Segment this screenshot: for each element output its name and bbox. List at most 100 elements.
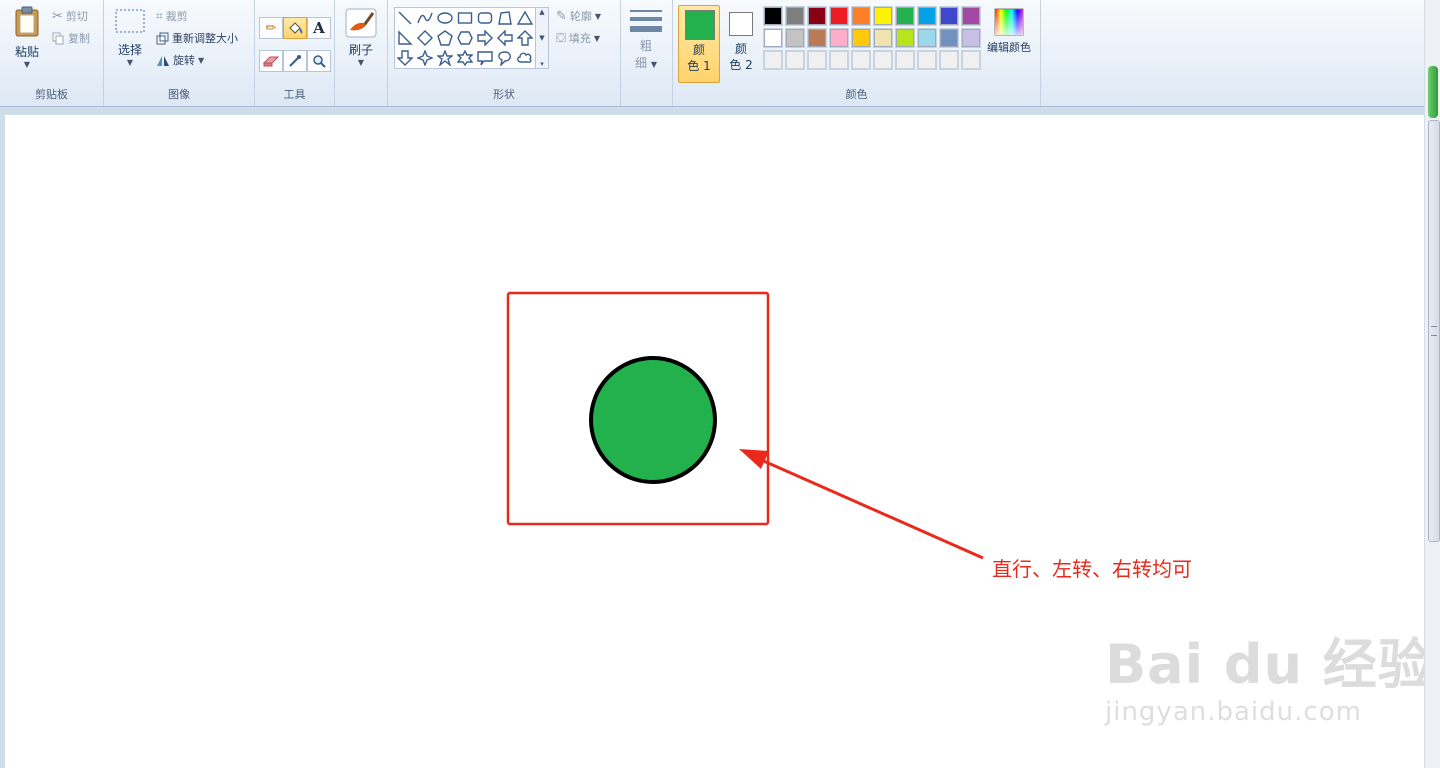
right-arrow-shape-icon[interactable] [475, 28, 495, 48]
size-button[interactable]: 粗 细 ▼ [628, 8, 664, 71]
outline-button[interactable]: ✎ 轮廓 ▼ [556, 8, 601, 24]
five-point-star-shape-icon[interactable] [435, 48, 455, 68]
color1-button[interactable]: 颜 色 1 [678, 5, 720, 83]
palette-swatch[interactable] [829, 50, 849, 70]
cloud-callout-shape-icon[interactable] [515, 48, 535, 68]
palette-swatch[interactable] [785, 28, 805, 48]
palette-swatch[interactable] [829, 6, 849, 26]
diamond-shape-icon[interactable] [415, 28, 435, 48]
palette-swatch-color [918, 29, 936, 47]
palette-swatch-color [830, 51, 848, 69]
palette-swatch[interactable] [763, 6, 783, 26]
triangle-shape-icon[interactable] [515, 8, 535, 28]
ribbon: 粘贴 ▼ ✂ 剪切 复制 剪贴板 选择 ▼ ⌗ 裁剪 重新调整大小 旋转 ▼ 图… [0, 0, 1440, 107]
fill-button[interactable]: ⛋ 填充 ▼ [556, 30, 600, 46]
eraser-tool[interactable] [259, 50, 283, 72]
palette-swatch[interactable] [851, 6, 871, 26]
rotate-button[interactable]: 旋转 ▼ [156, 52, 204, 68]
palette-swatch-color [940, 29, 958, 47]
paste-button[interactable]: 粘贴 ▼ [8, 6, 46, 69]
crop-button[interactable]: ⌗ 裁剪 [156, 8, 188, 24]
palette-swatch[interactable] [961, 50, 981, 70]
color-picker-tool[interactable] [283, 50, 307, 72]
palette-swatch-color [764, 29, 782, 47]
palette-swatch[interactable] [851, 28, 871, 48]
polygon-shape-icon[interactable] [495, 8, 515, 28]
pentagon-shape-icon[interactable] [435, 28, 455, 48]
brushes-dropdown-icon[interactable]: ▼ [343, 58, 379, 67]
palette-swatch[interactable] [785, 6, 805, 26]
paste-dropdown-icon[interactable]: ▼ [8, 60, 46, 69]
left-arrow-shape-icon[interactable] [495, 28, 515, 48]
palette-swatch-color [852, 51, 870, 69]
palette-swatch[interactable] [917, 6, 937, 26]
palette-swatch[interactable] [917, 50, 937, 70]
shapes-gallery-scrollbar[interactable]: ▲ ▼ ▾ [535, 7, 549, 69]
oval-callout-shape-icon[interactable] [495, 48, 515, 68]
palette-swatch[interactable] [895, 50, 915, 70]
rotate-dropdown-icon[interactable]: ▼ [198, 56, 204, 65]
palette-swatch[interactable] [785, 50, 805, 70]
palette-swatch[interactable] [873, 50, 893, 70]
rounded-rectangle-shape-icon[interactable] [475, 8, 495, 28]
select-button[interactable]: 选择 ▼ [112, 8, 148, 67]
select-label: 选择 [117, 43, 142, 57]
vertical-scrollbar[interactable] [1424, 0, 1440, 768]
palette-swatch[interactable] [873, 6, 893, 26]
brush-icon [345, 8, 377, 38]
edit-colors-button[interactable]: 编辑颜色 [984, 8, 1034, 55]
fill-tool[interactable] [283, 17, 307, 39]
gallery-up-icon[interactable]: ▲ [539, 8, 544, 16]
palette-swatch[interactable] [807, 6, 827, 26]
copy-button[interactable]: 复制 [52, 30, 90, 46]
palette-swatch[interactable] [961, 6, 981, 26]
palette-swatch[interactable] [961, 28, 981, 48]
image-group-label: 图像 [168, 88, 190, 101]
palette-swatch[interactable] [939, 6, 959, 26]
rect-callout-shape-icon[interactable] [475, 48, 495, 68]
color2-button[interactable]: 颜 色 2 [721, 5, 761, 81]
pencil-tool[interactable]: ✏ [259, 17, 283, 39]
palette-swatch[interactable] [807, 50, 827, 70]
drawing-canvas[interactable] [5, 115, 1424, 768]
gallery-down-icon[interactable]: ▼ [539, 34, 544, 42]
down-arrow-shape-icon[interactable] [395, 48, 415, 68]
text-tool[interactable]: A [307, 17, 331, 39]
up-arrow-shape-icon[interactable] [515, 28, 535, 48]
palette-swatch[interactable] [763, 28, 783, 48]
magnifier-tool[interactable] [307, 50, 331, 72]
selection-rectangle-icon [115, 9, 145, 33]
palette-swatch-color [896, 51, 914, 69]
gallery-expand-icon[interactable]: ▾ [540, 60, 544, 68]
palette-swatch[interactable] [763, 50, 783, 70]
palette-swatch[interactable] [895, 28, 915, 48]
four-point-star-shape-icon[interactable] [415, 48, 435, 68]
palette-swatch[interactable] [939, 50, 959, 70]
palette-swatch[interactable] [939, 28, 959, 48]
fill-dropdown-icon[interactable]: ▼ [594, 34, 600, 43]
palette-swatch[interactable] [917, 28, 937, 48]
crop-icon: ⌗ [156, 8, 163, 23]
cut-button[interactable]: ✂ 剪切 [52, 8, 88, 24]
six-point-star-shape-icon[interactable] [455, 48, 475, 68]
brushes-button[interactable]: 刷子 ▼ [343, 8, 379, 67]
rectangle-shape-icon[interactable] [455, 8, 475, 28]
palette-swatch[interactable] [873, 28, 893, 48]
resize-label: 重新调整大小 [172, 32, 238, 45]
palette-swatch[interactable] [895, 6, 915, 26]
hexagon-shape-icon[interactable] [455, 28, 475, 48]
palette-swatch[interactable] [851, 50, 871, 70]
resize-button[interactable]: 重新调整大小 [156, 30, 238, 46]
size-dropdown-icon[interactable]: ▼ [651, 60, 657, 69]
outline-dropdown-icon[interactable]: ▼ [595, 12, 601, 21]
oval-shape-icon[interactable] [435, 8, 455, 28]
right-triangle-shape-icon[interactable] [395, 28, 415, 48]
palette-swatch[interactable] [807, 28, 827, 48]
line-shape-icon[interactable] [395, 8, 415, 28]
palette-swatch-color [940, 7, 958, 25]
select-dropdown-icon[interactable]: ▼ [112, 58, 148, 67]
curve-shape-icon[interactable] [415, 8, 435, 28]
palette-swatch[interactable] [829, 28, 849, 48]
scrollbar-thumb[interactable] [1428, 120, 1440, 542]
palette-swatch-color [852, 7, 870, 25]
